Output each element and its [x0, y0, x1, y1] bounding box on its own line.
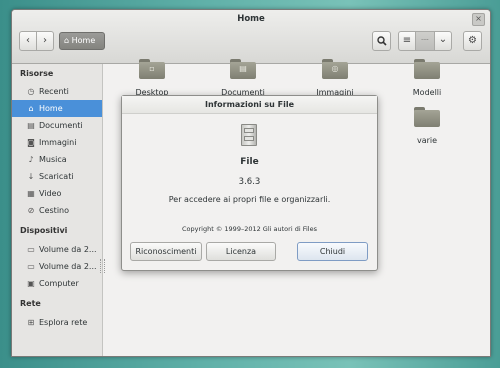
folder-icon: ◎ — [322, 59, 348, 79]
chevron-left-icon: ‹ — [26, 35, 30, 46]
sidebar-item-computer[interactable]: ▣ Computer — [12, 275, 102, 292]
sidebar-heading-dispositivi: Dispositivi — [20, 226, 68, 235]
chevron-right-icon: › — [43, 35, 47, 46]
sidebar-item-documenti[interactable]: ▤ Documenti — [12, 117, 102, 134]
sidebar-item-label: Home — [39, 104, 63, 113]
drive-icon: ▭ — [27, 262, 35, 271]
path-home-label: Home — [71, 36, 96, 45]
close-button[interactable]: Chiudi — [297, 242, 368, 261]
credits-button[interactable]: Riconoscimenti — [130, 242, 202, 261]
folder-icon — [414, 107, 440, 127]
document-icon: ▤ — [27, 121, 35, 130]
sidebar-item-volume-1[interactable]: ▭ Volume da 2... — [12, 241, 102, 258]
search-icon — [376, 36, 387, 46]
titlebar: Home × ‹ › ⌂ Home ≡ ···· ⌄ ⚙ — [12, 10, 490, 64]
chevron-down-icon: ⌄ — [438, 34, 448, 45]
sidebar-item-immagini[interactable]: ◙ Immagini — [12, 134, 102, 151]
home-icon: ⌂ — [28, 104, 34, 113]
clock-icon: ◷ — [27, 87, 35, 96]
sidebar-item-label: Volume da 2... — [39, 262, 97, 271]
gear-icon: ⚙ — [468, 35, 477, 46]
home-icon: ⌂ — [64, 36, 70, 45]
view-list-button[interactable]: ···· — [415, 31, 435, 51]
window-title: Home — [237, 14, 265, 24]
app-description: Per accedere ai propri file e organizzar… — [168, 195, 331, 204]
folder-label: Modelli — [412, 88, 442, 97]
sidebar-resize-handle[interactable] — [100, 259, 105, 273]
settings-button[interactable]: ⚙ — [463, 31, 482, 51]
document-emblem-icon: ▤ — [239, 64, 247, 73]
app-name: File — [240, 157, 259, 167]
camera-emblem-icon: ◎ — [331, 64, 339, 73]
sidebar-item-label: Video — [39, 189, 62, 198]
dots-icon: ···· — [421, 37, 429, 44]
drive-icon: ▭ — [27, 245, 35, 254]
sidebar-item-volume-2[interactable]: ▭ Volume da 2... — [12, 258, 102, 275]
dialog-title: Informazioni su File — [122, 96, 377, 114]
sidebar-item-label: Esplora rete — [39, 318, 88, 327]
path-home-button[interactable]: ⌂ Home — [59, 32, 105, 50]
camera-icon: ◙ — [27, 138, 35, 147]
trash-icon: ⊘ — [27, 206, 35, 215]
view-options-button[interactable]: ⌄ — [434, 31, 452, 51]
list-icon: ≡ — [402, 35, 412, 46]
computer-icon: ▣ — [27, 279, 35, 288]
close-window-button[interactable]: × — [472, 13, 485, 26]
forward-button[interactable]: › — [36, 31, 54, 51]
sidebar-item-esplora-rete[interactable]: ⊞ Esplora rete — [12, 314, 102, 331]
sidebar-item-label: Musica — [39, 155, 67, 164]
back-button[interactable]: ‹ — [19, 31, 37, 51]
download-icon: ↓ — [27, 172, 35, 181]
sidebar-item-scaricati[interactable]: ↓ Scaricati — [12, 168, 102, 185]
sidebar-item-label: Recenti — [39, 87, 69, 96]
sidebar-item-cestino[interactable]: ⊘ Cestino — [12, 202, 102, 219]
license-button[interactable]: Licenza — [206, 242, 276, 261]
network-icon: ⊞ — [27, 318, 35, 327]
about-dialog: Informazioni su File File 3.6.3 Per acce… — [121, 95, 378, 271]
desktop-emblem-icon: ▫ — [149, 64, 155, 73]
sidebar-item-home[interactable]: ⌂ Home — [12, 100, 102, 117]
sidebar: Risorse ◷ Recenti ⌂ Home ▤ Documenti ◙ Immag… — [12, 64, 105, 356]
music-icon: ♪ — [28, 155, 34, 164]
sidebar-item-label: Documenti — [39, 121, 83, 130]
app-version: 3.6.3 — [238, 177, 261, 187]
folder-icon: ▫ — [139, 59, 165, 79]
sidebar-item-recenti[interactable]: ◷ Recenti — [12, 83, 102, 100]
file-cabinet-icon — [241, 124, 257, 146]
sidebar-heading-rete: Rete — [20, 299, 41, 308]
sidebar-item-label: Scaricati — [39, 172, 74, 181]
sidebar-item-musica[interactable]: ♪ Musica — [12, 151, 102, 168]
sidebar-item-video[interactable]: ▦ Video — [12, 185, 102, 202]
app-copyright: Copyright © 1999–2012 Gli autori di File… — [182, 225, 317, 233]
view-grid-button[interactable]: ≡ — [398, 31, 416, 51]
sidebar-item-label: Immagini — [39, 138, 77, 147]
sidebar-item-label: Cestino — [39, 206, 69, 215]
folder-label: varie — [416, 136, 438, 145]
sidebar-heading-risorse: Risorse — [20, 69, 54, 78]
folder-icon: ▤ — [230, 59, 256, 79]
sidebar-item-label: Computer — [39, 279, 79, 288]
search-button[interactable] — [372, 31, 391, 51]
sidebar-item-label: Volume da 2... — [39, 245, 97, 254]
film-icon: ▦ — [27, 189, 35, 198]
folder-icon — [414, 59, 440, 79]
